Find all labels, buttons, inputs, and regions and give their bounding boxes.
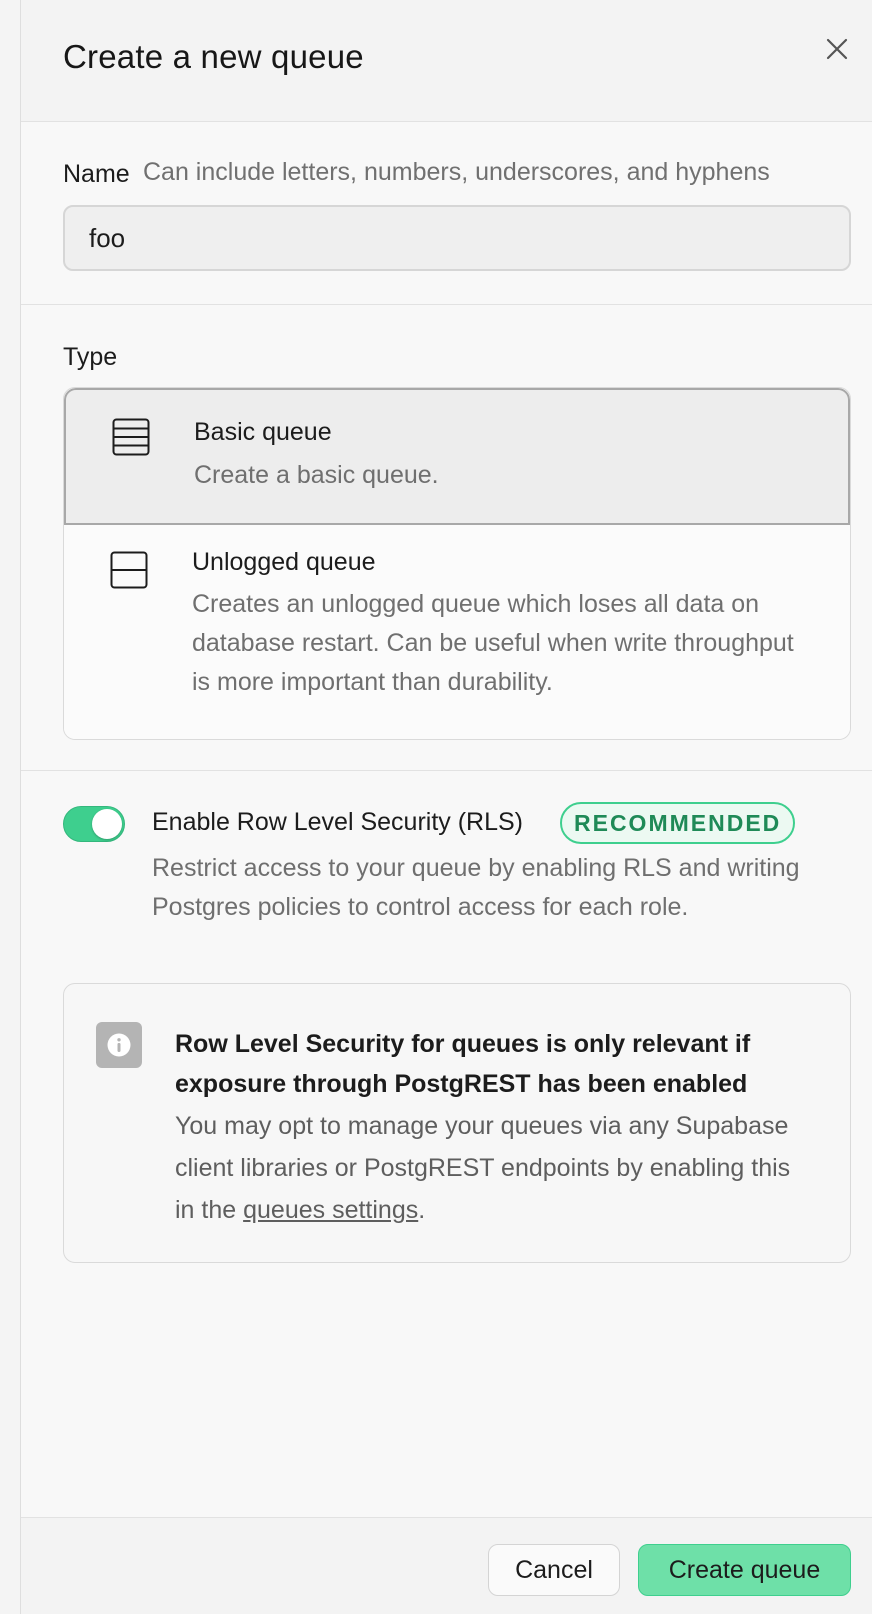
info-description: You may opt to manage your queues via an… — [175, 1105, 815, 1231]
type-option-description: Create a basic queue. — [194, 461, 439, 489]
close-icon — [826, 38, 848, 60]
type-option-unlogged-queue[interactable]: Unlogged queue Creates an unlogged queue… — [64, 525, 850, 739]
name-label: Name — [63, 160, 130, 188]
background-page-edge — [0, 0, 20, 1614]
type-option-basic-queue[interactable]: Basic queue Create a basic queue. — [64, 388, 850, 525]
info-icon — [96, 1022, 142, 1068]
close-button[interactable] — [822, 34, 852, 64]
info-description-end: . — [418, 1196, 426, 1224]
recommended-badge: RECOMMENDED — [560, 802, 796, 844]
rls-description: Restrict access to your queue by enablin… — [152, 854, 800, 921]
info-circle-icon — [107, 1033, 131, 1057]
type-option-title: Basic queue — [194, 418, 332, 446]
rls-title: Enable Row Level Security (RLS) — [152, 808, 523, 836]
info-title: Row Level Security for queues is only re… — [175, 1030, 751, 1098]
name-section: Name Can include letters, numbers, under… — [21, 122, 872, 305]
split-square-icon — [110, 551, 148, 589]
queue-name-input[interactable] — [63, 205, 851, 271]
table-rows-icon — [112, 418, 150, 456]
queues-settings-link[interactable]: queues settings — [243, 1196, 418, 1224]
queue-type-radio-group: Basic queue Create a basic queue. Unlogg… — [63, 387, 851, 740]
name-hint: Can include letters, numbers, underscore… — [143, 158, 770, 186]
rls-toggle[interactable] — [63, 806, 125, 842]
panel-footer: Cancel Create queue — [21, 1517, 872, 1614]
type-section: Type Basic queue Create a basic queue. U… — [21, 305, 872, 771]
create-queue-button[interactable]: Create queue — [638, 1544, 851, 1596]
type-option-title: Unlogged queue — [192, 548, 376, 576]
create-queue-side-panel: Create a new queue Name Can include lett… — [20, 0, 872, 1614]
type-option-description: Creates an unlogged queue which loses al… — [192, 590, 794, 696]
rls-info-callout: Row Level Security for queues is only re… — [63, 983, 851, 1263]
cancel-button[interactable]: Cancel — [488, 1544, 620, 1596]
type-label: Type — [63, 343, 118, 371]
panel-title: Create a new queue — [63, 38, 364, 75]
toggle-knob — [92, 809, 122, 839]
panel-header: Create a new queue — [21, 0, 872, 122]
